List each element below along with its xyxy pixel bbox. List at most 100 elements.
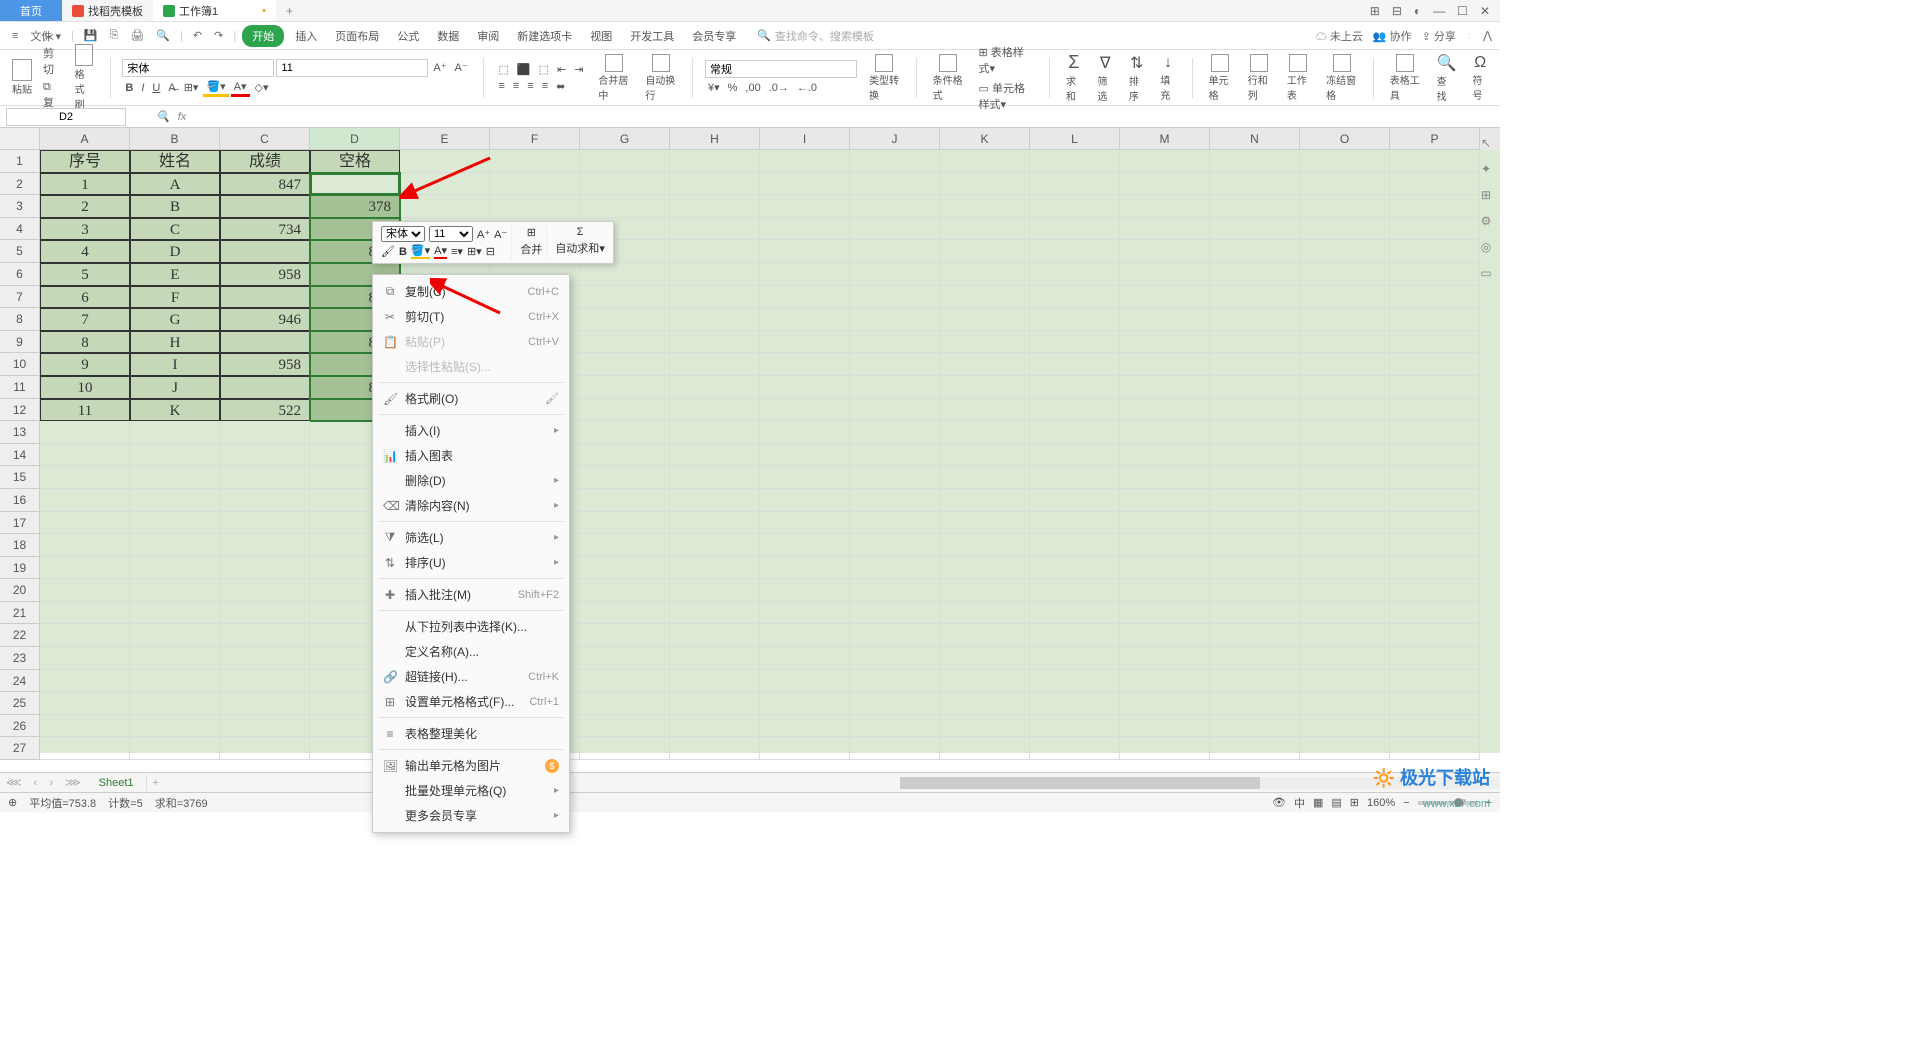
cell-K12[interactable] — [940, 399, 1030, 422]
cell-C17[interactable] — [220, 512, 310, 535]
cell-N24[interactable] — [1210, 670, 1300, 693]
cell-M7[interactable] — [1120, 286, 1210, 309]
cell-P1[interactable] — [1390, 150, 1480, 173]
row-header-27[interactable]: 27 — [0, 737, 40, 760]
cell-J5[interactable] — [850, 240, 940, 263]
view-read-icon[interactable]: 👁 — [1272, 796, 1286, 809]
cell-A8[interactable]: 7 — [40, 308, 130, 331]
cell-O2[interactable] — [1300, 173, 1390, 196]
cell-J13[interactable] — [850, 421, 940, 444]
tab-home[interactable]: 首页 — [0, 0, 62, 21]
row-header-4[interactable]: 4 — [0, 218, 40, 241]
cell-G6[interactable] — [580, 263, 670, 286]
new-tab-button[interactable]: + — [276, 4, 303, 18]
tab-view[interactable]: 视图 — [583, 25, 619, 47]
cell-K17[interactable] — [940, 512, 1030, 535]
cell-C5[interactable] — [220, 240, 310, 263]
cell-G24[interactable] — [580, 670, 670, 693]
cell-O6[interactable] — [1300, 263, 1390, 286]
cell-B25[interactable] — [130, 692, 220, 715]
cell-G26[interactable] — [580, 715, 670, 738]
cell-P4[interactable] — [1390, 218, 1480, 241]
cell-C22[interactable] — [220, 624, 310, 647]
cell-K27[interactable] — [940, 737, 1030, 760]
cell-C24[interactable] — [220, 670, 310, 693]
cell-B5[interactable]: D — [130, 240, 220, 263]
cell-I12[interactable] — [760, 399, 850, 422]
cell-O23[interactable] — [1300, 647, 1390, 670]
cell-A3[interactable]: 2 — [40, 195, 130, 218]
cell-I10[interactable] — [760, 353, 850, 376]
tab-data[interactable]: 数据 — [430, 25, 466, 47]
cell-K11[interactable] — [940, 376, 1030, 399]
cell-J21[interactable] — [850, 602, 940, 625]
cell-H20[interactable] — [670, 579, 760, 602]
dec-font-icon[interactable]: A⁻ — [452, 60, 471, 75]
cell-button[interactable]: 单元格 — [1205, 52, 1236, 104]
cell-I17[interactable] — [760, 512, 850, 535]
cell-A15[interactable] — [40, 466, 130, 489]
cell-I27[interactable] — [760, 737, 850, 760]
cell-C13[interactable] — [220, 421, 310, 444]
cell-H6[interactable] — [670, 263, 760, 286]
cell-N10[interactable] — [1210, 353, 1300, 376]
cell-L20[interactable] — [1030, 579, 1120, 602]
col-header-D[interactable]: D — [310, 128, 400, 150]
wrap-button[interactable]: 自动换行 — [641, 52, 680, 104]
cell-G25[interactable] — [580, 692, 670, 715]
cell-J17[interactable] — [850, 512, 940, 535]
cell-P24[interactable] — [1390, 670, 1480, 693]
cell-A18[interactable] — [40, 534, 130, 557]
ctx-q[interactable]: 批量处理单元格(Q)▸ — [373, 778, 569, 803]
cell-N13[interactable] — [1210, 421, 1300, 444]
cell-L12[interactable] — [1030, 399, 1120, 422]
cell-B23[interactable] — [130, 647, 220, 670]
font-color-button[interactable]: A▾ — [231, 79, 250, 97]
cell-J8[interactable] — [850, 308, 940, 331]
cell-M12[interactable] — [1120, 399, 1210, 422]
cell-L2[interactable] — [1030, 173, 1120, 196]
cell-H15[interactable] — [670, 466, 760, 489]
cell-A10[interactable]: 9 — [40, 353, 130, 376]
cell-L22[interactable] — [1030, 624, 1120, 647]
cell-G9[interactable] — [580, 331, 670, 354]
align-mid[interactable]: ⬛ — [514, 62, 534, 77]
cell-C23[interactable] — [220, 647, 310, 670]
side-location-icon[interactable]: ◎ — [1481, 240, 1491, 254]
cell-P18[interactable] — [1390, 534, 1480, 557]
inc-font-icon[interactable]: A⁺ — [430, 60, 449, 75]
cell-H1[interactable] — [670, 150, 760, 173]
mini-format-painter-icon[interactable]: 🖌 — [381, 245, 395, 258]
cell-H12[interactable] — [670, 399, 760, 422]
align-bot[interactable]: ⬚ — [536, 62, 552, 77]
cell-N7[interactable] — [1210, 286, 1300, 309]
cell-G18[interactable] — [580, 534, 670, 557]
cell-O21[interactable] — [1300, 602, 1390, 625]
cell-P11[interactable] — [1390, 376, 1480, 399]
cell-G17[interactable] — [580, 512, 670, 535]
row-header-1[interactable]: 1 — [0, 150, 40, 173]
mini-align-button[interactable]: ≡▾ — [451, 245, 463, 258]
cell-I20[interactable] — [760, 579, 850, 602]
filter-button[interactable]: ∇筛选 — [1093, 51, 1116, 105]
cell-N6[interactable] — [1210, 263, 1300, 286]
cell-O24[interactable] — [1300, 670, 1390, 693]
mini-font-select[interactable]: 宋体 — [381, 226, 425, 242]
cell-N23[interactable] — [1210, 647, 1300, 670]
cell-L5[interactable] — [1030, 240, 1120, 263]
font-select[interactable] — [122, 59, 274, 77]
cell-J24[interactable] — [850, 670, 940, 693]
cell-M1[interactable] — [1120, 150, 1210, 173]
cell-G12[interactable] — [580, 399, 670, 422]
cell-O13[interactable] — [1300, 421, 1390, 444]
cell-L7[interactable] — [1030, 286, 1120, 309]
cell-A19[interactable] — [40, 557, 130, 580]
row-header-3[interactable]: 3 — [0, 195, 40, 218]
cell-K25[interactable] — [940, 692, 1030, 715]
cell-J3[interactable] — [850, 195, 940, 218]
cell-N8[interactable] — [1210, 308, 1300, 331]
print-icon[interactable]: 🖨 — [126, 27, 148, 44]
cell-I14[interactable] — [760, 444, 850, 467]
cell-C3[interactable] — [220, 195, 310, 218]
col-header-A[interactable]: A — [40, 128, 130, 150]
